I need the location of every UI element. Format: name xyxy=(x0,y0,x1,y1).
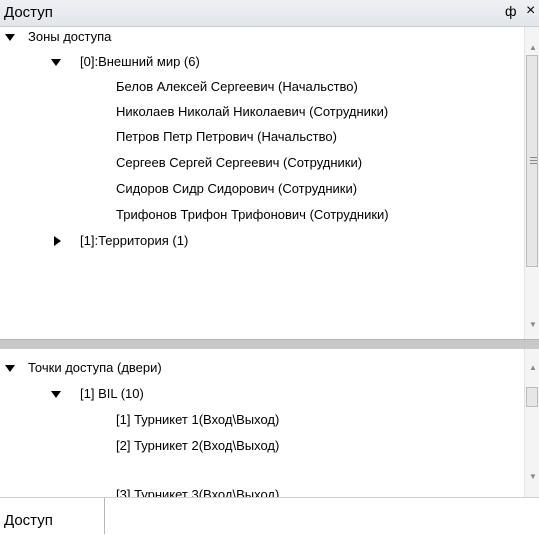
tree-node-turnstile[interactable]: [1] Турникет 1(Вход\Выход) xyxy=(0,410,520,430)
panel-title: Доступ xyxy=(4,4,53,21)
grip-line xyxy=(530,157,537,158)
tree-node-turnstile[interactable]: [3] Турникет 3(Вход\Выход) xyxy=(0,485,520,497)
triangle-down-icon[interactable] xyxy=(51,391,61,398)
tree-node-label: [0]:Внешний мир (6) xyxy=(80,54,200,69)
tree-node-person[interactable]: Николаев Николай Николаевич (Сотрудники) xyxy=(0,102,520,122)
tree-node-points-root[interactable]: Точки доступа (двери) xyxy=(0,358,520,378)
tab-access[interactable]: Доступ xyxy=(0,498,105,534)
triangle-down-icon[interactable] xyxy=(5,34,15,41)
triangle-down-icon[interactable] xyxy=(51,59,61,66)
scroll-down-icon[interactable]: ▼ xyxy=(529,321,537,329)
zones-tree-pane: Зоны доступа [0]:Внешний мир (6) Белов А… xyxy=(0,27,539,339)
tree-node-territory[interactable]: [1]:Территория (1) xyxy=(0,231,520,251)
bottom-tab-strip: Доступ xyxy=(0,497,539,535)
tree-node-person[interactable]: Белов Алексей Сергеевич (Начальство) xyxy=(0,77,520,97)
person-label: Петров Петр Петрович (Начальство) xyxy=(116,129,337,144)
person-label: Николаев Николай Николаевич (Сотрудники) xyxy=(116,104,389,119)
turnstile-label: [2] Турникет 2(Вход\Выход) xyxy=(116,438,280,453)
tree-node-outside-world[interactable]: [0]:Внешний мир (6) xyxy=(0,52,520,72)
zones-scrollbar[interactable]: ▲ ▼ xyxy=(524,27,539,339)
tree-node-person[interactable]: Сергеев Сергей Сергеевич (Сотрудники) xyxy=(0,153,520,173)
scroll-up-icon[interactable]: ▲ xyxy=(529,364,537,372)
panel-titlebar: Доступ ф × xyxy=(0,0,539,27)
points-tree-pane: Точки доступа (двери) [1] BIL (10) [1] Т… xyxy=(0,349,539,497)
tree-node-bil[interactable]: [1] BIL (10) xyxy=(0,384,520,404)
tree-node-label: Зоны доступа xyxy=(28,29,112,44)
scroll-up-icon[interactable]: ▲ xyxy=(529,44,537,52)
person-label: Трифонов Трифон Трифонович (Сотрудники) xyxy=(116,207,389,222)
tab-label: Доступ xyxy=(4,512,53,529)
tree-node-person[interactable]: Петров Петр Петрович (Начальство) xyxy=(0,127,520,147)
person-label: Сергеев Сергей Сергеевич (Сотрудники) xyxy=(116,155,363,170)
tree-node-person[interactable]: Сидоров Сидр Сидорович (Сотрудники) xyxy=(0,179,520,199)
triangle-right-icon[interactable] xyxy=(54,236,61,246)
scrollbar-thumb[interactable] xyxy=(526,55,538,267)
tree-node-label: Точки доступа (двери) xyxy=(28,360,162,375)
person-label: Сидоров Сидр Сидорович (Сотрудники) xyxy=(116,181,358,196)
tree-node-label: [1] BIL (10) xyxy=(80,386,144,401)
grip-line xyxy=(530,160,537,161)
points-scrollbar[interactable]: ▲ ▼ xyxy=(524,349,539,497)
tree-node-turnstile[interactable]: [2] Турникет 2(Вход\Выход) xyxy=(0,436,520,456)
tree-node-label: [1]:Территория (1) xyxy=(80,233,189,248)
tree-node-zones-root[interactable]: Зоны доступа xyxy=(0,27,520,47)
grip-line xyxy=(530,163,537,164)
person-label: Белов Алексей Сергеевич (Начальство) xyxy=(116,79,358,94)
turnstile-label: [3] Турникет 3(Вход\Выход) xyxy=(116,487,280,497)
close-icon[interactable]: × xyxy=(526,2,535,20)
tree-node-person[interactable]: Трифонов Трифон Трифонович (Сотрудники) xyxy=(0,205,520,225)
turnstile-label: [1] Турникет 1(Вход\Выход) xyxy=(116,412,280,427)
triangle-down-icon[interactable] xyxy=(5,365,15,372)
pin-icon[interactable]: ф xyxy=(505,3,517,19)
scroll-down-icon[interactable]: ▼ xyxy=(529,473,537,481)
scrollbar-thumb[interactable] xyxy=(526,387,538,407)
